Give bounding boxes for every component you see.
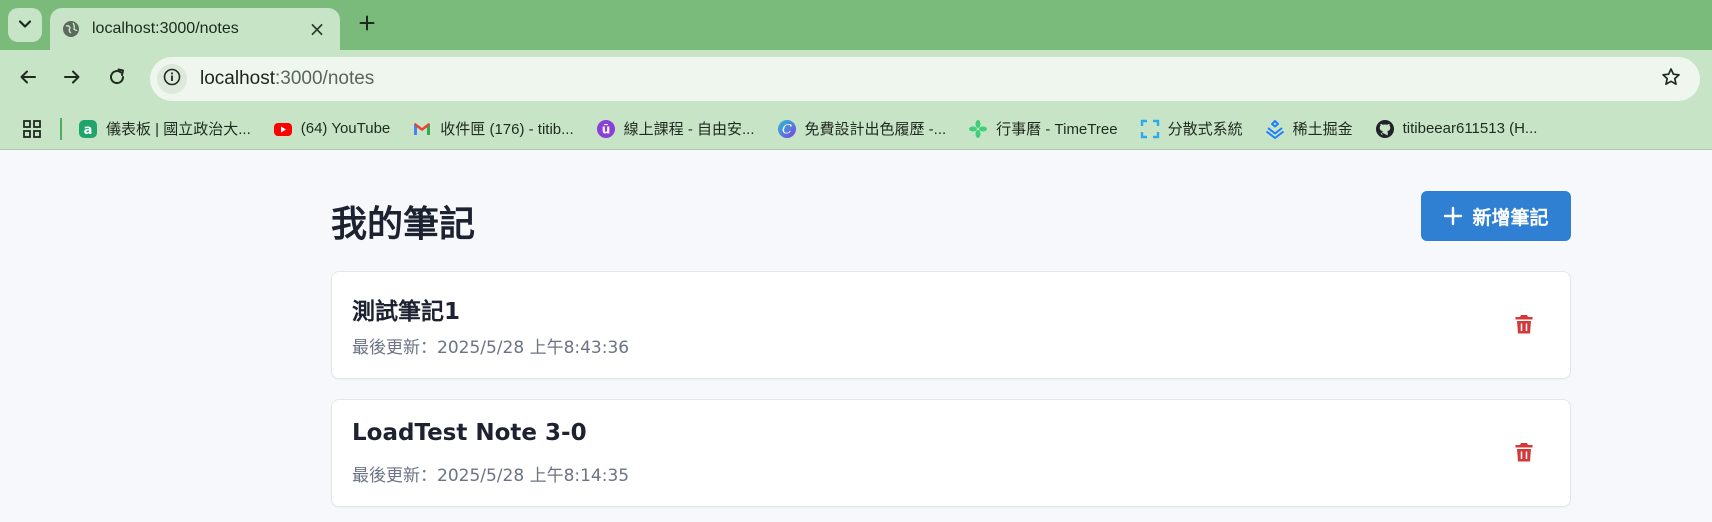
note-card[interactable]: 測試筆記1 最後更新：2025/5/28 上午8:43:36	[331, 271, 1571, 379]
bookmark-label: titibeear611513 (H...	[1402, 120, 1538, 137]
note-title[interactable]: LoadTest Note 3-0	[352, 420, 587, 446]
back-button[interactable]	[13, 64, 43, 94]
note-card[interactable]: LoadTest Note 3-0 最後更新：2025/5/28 上午8:14:…	[331, 399, 1571, 507]
bookmark-item[interactable]: 收件匣 (176) - titib...	[412, 118, 574, 139]
add-note-label: 新增筆記	[1472, 206, 1549, 229]
svg-text:C: C	[782, 122, 792, 137]
chevron-down-icon	[18, 16, 32, 35]
url-path: :3000/notes	[275, 68, 375, 89]
juejin-icon	[1265, 119, 1285, 139]
forward-button[interactable]	[57, 64, 87, 94]
bookmarks-bar: a 儀表板 | 國立政治大... (64) YouTube 收件匣 (176) …	[0, 108, 1712, 150]
bookmark-item[interactable]: 行事曆 - TimeTree	[968, 118, 1118, 139]
note-updated-time: 最後更新：2025/5/28 上午8:14:35	[352, 466, 630, 486]
bookmark-label: 分散式系統	[1167, 121, 1243, 138]
bookmark-item[interactable]: 稀土掘金	[1265, 118, 1353, 139]
url-host: localhost	[200, 68, 275, 89]
github-icon	[1375, 119, 1395, 139]
bookmark-item[interactable]: (64) YouTube	[273, 119, 391, 139]
browser-tab-active[interactable]: localhost:3000/notes ×	[50, 8, 340, 50]
apps-grid-icon[interactable]	[20, 117, 44, 141]
bookmark-label: 行事曆 - TimeTree	[996, 121, 1118, 138]
tab-title: localhost:3000/notes	[92, 20, 239, 37]
bookmark-item[interactable]: 分散式系統	[1140, 118, 1243, 139]
gmail-icon	[412, 119, 432, 139]
address-bar[interactable]: localhost:3000/notes	[150, 57, 1700, 101]
canva-icon: C	[777, 119, 797, 139]
new-tab-button[interactable]	[352, 10, 382, 40]
globe-icon	[62, 20, 80, 38]
moodle-icon: a	[78, 119, 98, 139]
delete-note-button[interactable]	[1512, 314, 1536, 338]
course-icon: ū	[596, 119, 616, 139]
close-icon[interactable]: ×	[306, 17, 328, 41]
plus-icon	[359, 15, 375, 35]
tab-strip: localhost:3000/notes ×	[0, 0, 1712, 50]
distributed-icon	[1140, 119, 1160, 139]
bookmark-item[interactable]: C 免費設計出色履歷 -...	[777, 118, 947, 139]
bookmark-label: 線上課程 - 自由安...	[623, 121, 755, 138]
timetree-icon	[968, 119, 988, 139]
bookmark-label: 儀表板 | 國立政治大...	[106, 121, 251, 138]
arrow-right-icon	[62, 67, 82, 91]
arrow-left-icon	[18, 67, 38, 91]
notes-page: 我的筆記 新增筆記 測試筆記1 最後更新：2025/5/28 上午8:43:36…	[0, 151, 1712, 522]
reload-button[interactable]	[102, 64, 132, 94]
plus-icon	[1443, 206, 1463, 226]
bookmark-item[interactable]: ū 線上課程 - 自由安...	[596, 118, 755, 139]
note-title[interactable]: 測試筆記1	[352, 292, 460, 326]
bookmark-star-button[interactable]	[1656, 64, 1686, 94]
bookmark-item[interactable]: titibeear611513 (H...	[1375, 119, 1538, 139]
bookmarks-divider	[60, 117, 62, 140]
page-title: 我的筆記	[331, 204, 476, 245]
note-updated-time: 最後更新：2025/5/28 上午8:43:36	[352, 338, 630, 358]
bookmark-item[interactable]: a 儀表板 | 國立政治大...	[78, 118, 251, 139]
bookmark-label: 稀土掘金	[1292, 121, 1353, 138]
add-note-button[interactable]: 新增筆記	[1421, 191, 1571, 241]
reload-icon	[107, 67, 127, 91]
tab-search-button[interactable]	[8, 8, 42, 42]
delete-note-button[interactable]	[1512, 442, 1536, 466]
info-icon	[163, 68, 181, 90]
bookmark-label: (64) YouTube	[300, 120, 391, 137]
browser-toolbar: localhost:3000/notes	[0, 50, 1712, 108]
trash-icon	[1514, 313, 1534, 339]
site-info-button[interactable]	[157, 64, 187, 94]
star-icon	[1661, 67, 1681, 91]
svg-text:a: a	[84, 123, 93, 138]
bookmark-label: 免費設計出色履歷 -...	[804, 121, 947, 138]
svg-text:ū: ū	[601, 122, 610, 136]
youtube-icon	[273, 119, 293, 139]
trash-icon	[1514, 441, 1534, 467]
bookmark-label: 收件匣 (176) - titib...	[440, 121, 574, 138]
url-text[interactable]: localhost:3000/notes	[200, 68, 1656, 90]
